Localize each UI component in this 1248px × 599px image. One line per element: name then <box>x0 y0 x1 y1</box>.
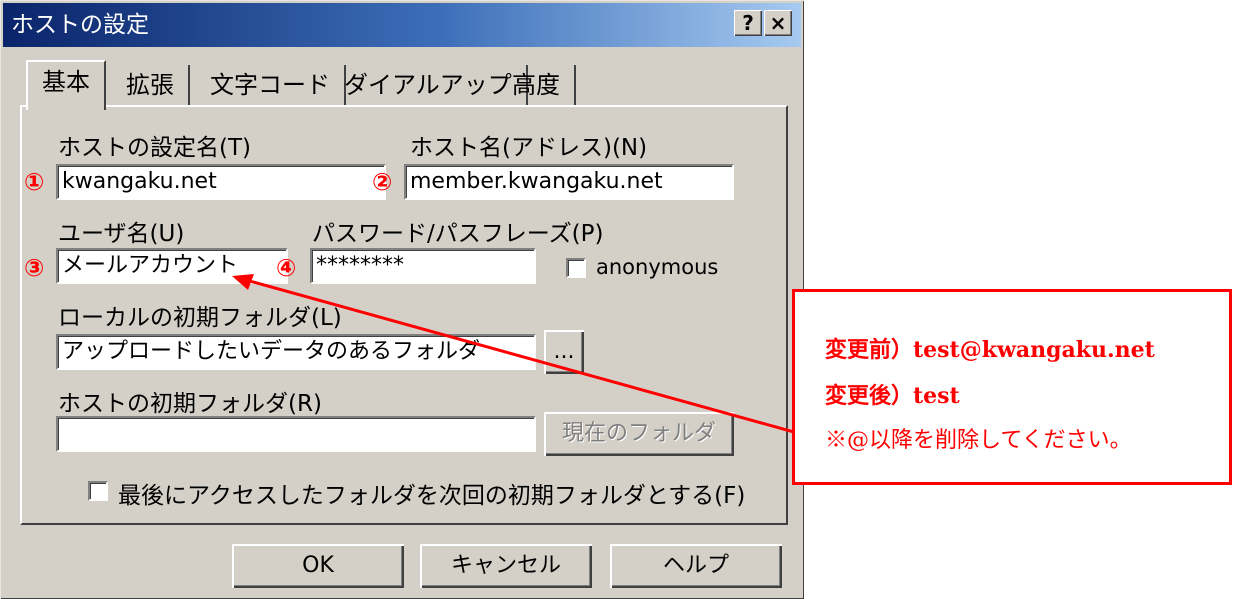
annotation-after: 変更後）test <box>825 383 960 409</box>
annotation-instruction: ※@以降を削除してください。 <box>825 428 1132 453</box>
annotation-callout: 変更前）test@kwangaku.net 変更後）test ※@以降を削除して… <box>792 289 1232 485</box>
annotation-before: 変更前）test@kwangaku.net <box>825 337 1155 363</box>
